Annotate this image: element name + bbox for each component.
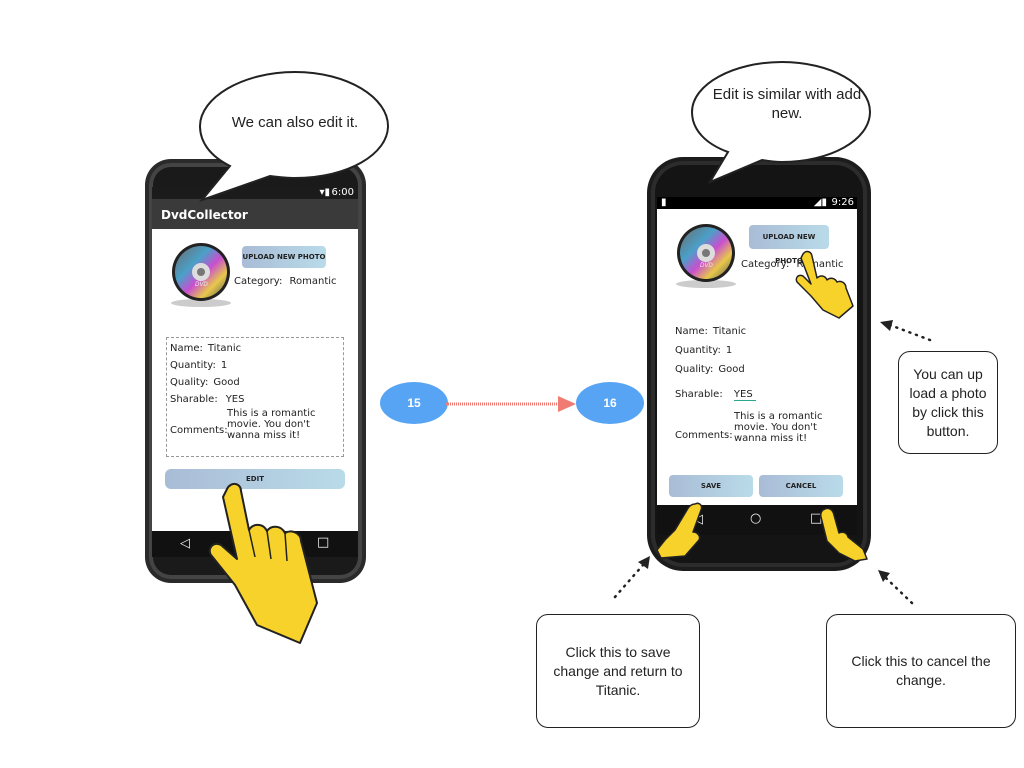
dotted-arrows	[613, 320, 932, 605]
